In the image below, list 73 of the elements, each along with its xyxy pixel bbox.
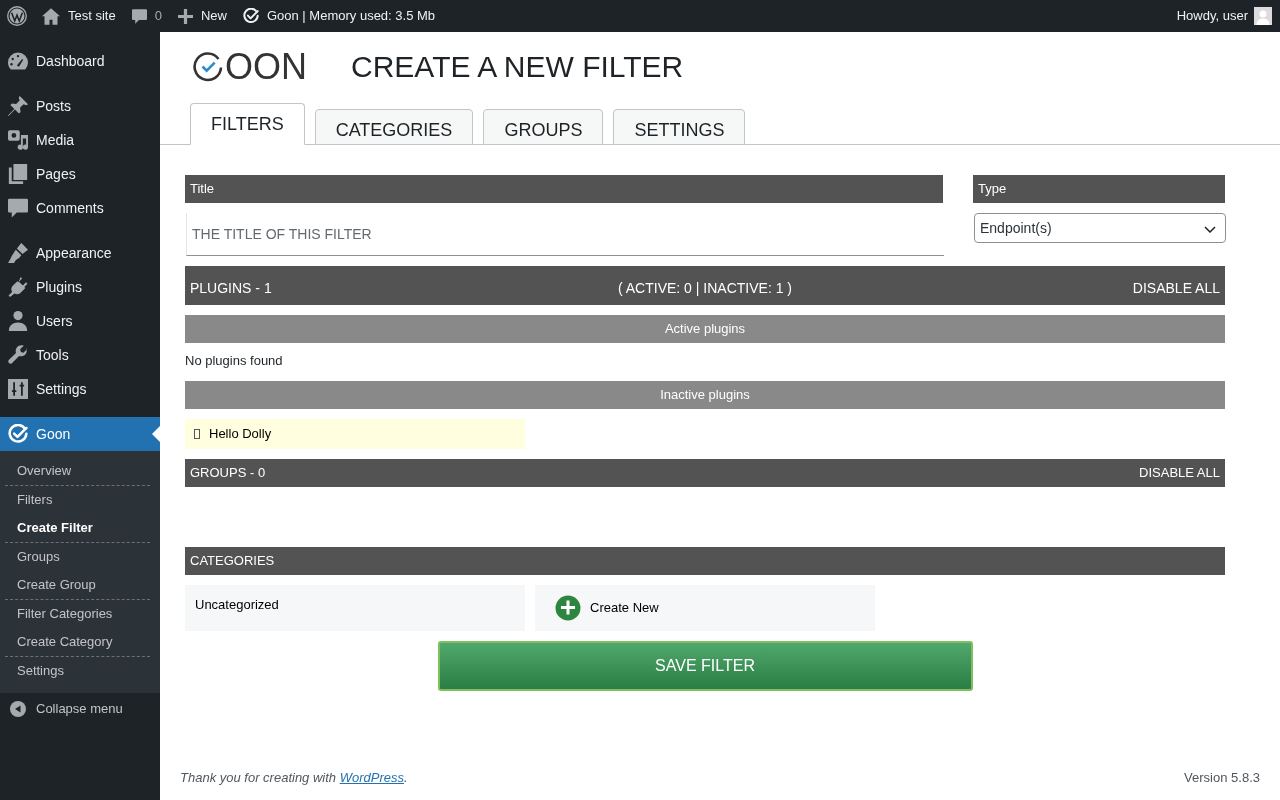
glyph-icon bbox=[194, 429, 200, 439]
submenu-item[interactable]: Filters bbox=[0, 486, 150, 514]
submenu-item[interactable]: Create Category bbox=[0, 628, 150, 656]
new-content-link[interactable]: New bbox=[169, 0, 235, 32]
plugin-counts: ( ACTIVE: 0 | INACTIVE: 1 ) bbox=[618, 279, 792, 298]
menu-item[interactable]: Appearance bbox=[0, 236, 160, 270]
plus-icon bbox=[177, 8, 193, 24]
documents-icon bbox=[8, 164, 28, 184]
save-filter-button[interactable]: SAVE FILTER bbox=[437, 641, 973, 691]
title-input[interactable]: THE TITLE OF THIS FILTER bbox=[186, 213, 944, 256]
plug-icon bbox=[8, 277, 28, 297]
menu-item[interactable]: Users bbox=[0, 304, 160, 338]
home-icon bbox=[42, 7, 60, 25]
wrench-icon bbox=[8, 345, 28, 365]
plugin-item[interactable]: Hello Dolly bbox=[185, 419, 525, 449]
speech-bubble-icon bbox=[131, 8, 147, 24]
submenu-item[interactable]: Groups bbox=[0, 543, 150, 571]
check-circle-icon bbox=[8, 424, 28, 444]
version-text: Version 5.8.3 bbox=[1184, 768, 1260, 787]
logo-text: OON bbox=[225, 49, 307, 85]
category-item[interactable]: Uncategorized bbox=[185, 585, 525, 631]
check-circle-icon bbox=[242, 8, 259, 24]
disable-all-link[interactable]: DISABLE ALL bbox=[1132, 278, 1220, 299]
account-link[interactable]: Howdy, user bbox=[1168, 0, 1280, 32]
collapse-icon bbox=[10, 700, 26, 717]
submenu-item[interactable]: Create Group bbox=[0, 571, 150, 599]
logo-icon bbox=[7, 6, 27, 26]
type-select[interactable]: Endpoint(s) bbox=[974, 213, 1226, 243]
create-new-button[interactable]: Create New bbox=[535, 585, 875, 631]
menu-item[interactable]: Media bbox=[0, 123, 160, 157]
section-title: PLUGINS - 1 bbox=[190, 279, 273, 298]
footer-credit-text: Thank you for creating with WordPress. bbox=[180, 768, 408, 787]
field-label-bar: Title bbox=[185, 175, 943, 203]
comments-link[interactable]: 0 bbox=[123, 0, 170, 32]
menu-item[interactable]: Tools bbox=[0, 338, 160, 372]
page-title: CREATE A NEW FILTER bbox=[351, 52, 684, 82]
menu-item[interactable]: Goon bbox=[0, 417, 160, 451]
site-name-link[interactable]: Test site bbox=[34, 0, 124, 32]
plugin-status-link[interactable]: Goon | Memory used: 3.5 Mb bbox=[234, 0, 444, 32]
chevron-down-icon bbox=[1204, 226, 1216, 233]
submenu-item[interactable]: Overview bbox=[0, 457, 160, 485]
camera-music-icon bbox=[8, 130, 28, 150]
avatar-icon bbox=[1254, 7, 1272, 25]
speech-bubble-icon bbox=[8, 198, 28, 218]
menu-item[interactable]: Dashboard bbox=[0, 44, 160, 78]
categories-header-bar: CATEGORIES bbox=[185, 547, 1225, 575]
field-label-bar: Type bbox=[973, 175, 1225, 203]
person-icon bbox=[8, 311, 28, 331]
wordpress-link[interactable]: WordPress bbox=[339, 769, 404, 785]
submenu-item[interactable]: Filter Categories bbox=[0, 600, 150, 628]
paintbrush-icon bbox=[8, 243, 28, 263]
plus-circle-icon bbox=[555, 595, 581, 621]
submenu-item[interactable]: Settings bbox=[0, 657, 150, 685]
subsection-bar: Active plugins bbox=[185, 315, 1225, 343]
tab[interactable]: GROUPS bbox=[483, 109, 604, 145]
menu-item[interactable]: Settings bbox=[0, 372, 160, 406]
tab[interactable]: SETTINGS bbox=[613, 109, 746, 145]
pin-icon bbox=[8, 96, 28, 116]
menu-item[interactable]: Posts bbox=[0, 89, 160, 123]
disable-all-link[interactable]: DISABLE ALL bbox=[1139, 463, 1220, 483]
sliders-icon bbox=[8, 379, 28, 399]
tab[interactable]: CATEGORIES bbox=[314, 109, 474, 145]
menu-item[interactable]: Plugins bbox=[0, 270, 160, 304]
section-title: GROUPS - 0 bbox=[190, 464, 267, 483]
menu-item[interactable]: Pages bbox=[0, 157, 160, 191]
subsection-bar: Inactive plugins bbox=[185, 381, 1225, 409]
gauge-icon bbox=[8, 51, 28, 71]
menu-item[interactable]: Comments bbox=[0, 191, 160, 225]
logo-mark-icon bbox=[193, 52, 223, 82]
tab[interactable]: FILTERS bbox=[190, 103, 305, 145]
submenu-item[interactable]: Create Filter bbox=[0, 514, 150, 542]
empty-message: No plugins found bbox=[185, 352, 284, 370]
collapse-menu-button[interactable]: Collapse menu bbox=[0, 693, 160, 724]
